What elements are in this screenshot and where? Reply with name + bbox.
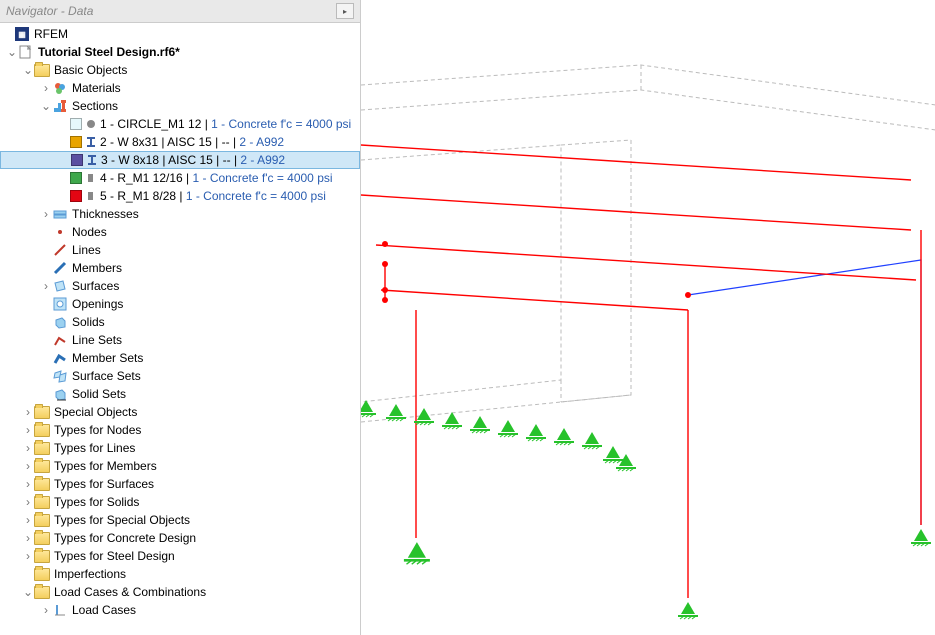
tree-item-surface-sets[interactable]: › Surface Sets <box>0 367 360 385</box>
section-label: 2 - W 8x31 | AISC 15 | -- | 2 - A992 <box>100 135 284 149</box>
section-label: 3 - W 8x18 | AISC 15 | -- | 2 - A992 <box>101 153 285 167</box>
lines-icon <box>52 242 68 258</box>
tree-item-solids[interactable]: › Solids <box>0 313 360 331</box>
twisty-icon[interactable]: › <box>40 207 52 221</box>
section-shape-icon <box>86 191 96 201</box>
tree-folder-lcc[interactable]: ⌄ Load Cases & Combinations <box>0 583 360 601</box>
tree-section-item[interactable]: 4 - R_M1 12/16 | 1 - Concrete f'c = 4000… <box>0 169 360 187</box>
tree-item-openings[interactable]: › Openings <box>0 295 360 313</box>
tree-section-item[interactable]: 3 - W 8x18 | AISC 15 | -- | 2 - A992 <box>0 151 360 169</box>
tree-section-item[interactable]: 5 - R_M1 8/28 | 1 - Concrete f'c = 4000 … <box>0 187 360 205</box>
tree-folder-types-nodes[interactable]: › Types for Nodes <box>0 421 360 439</box>
solids-icon <box>52 314 68 330</box>
tree-item-sections[interactable]: ⌄ Sections <box>0 97 360 115</box>
model-svg <box>361 0 935 635</box>
surfaces-icon <box>52 278 68 294</box>
tree-item-thicknesses[interactable]: › Thicknesses <box>0 205 360 223</box>
section-shape-icon <box>87 155 97 165</box>
tree-folder-types-surfaces[interactable]: › Types for Surfaces <box>0 475 360 493</box>
tree-item-nodes[interactable]: › Nodes <box>0 223 360 241</box>
section-label: 4 - R_M1 12/16 | 1 - Concrete f'c = 4000… <box>100 171 333 185</box>
tree-folder-types-special[interactable]: › Types for Special Objects <box>0 511 360 529</box>
supports <box>361 400 931 619</box>
tree-item-load-cases[interactable]: › Load Cases <box>0 601 360 619</box>
model-viewport[interactable] <box>361 0 935 635</box>
folder-icon <box>34 584 50 600</box>
tree-item-materials[interactable]: › Materials <box>0 79 360 97</box>
section-shape-icon <box>86 173 96 183</box>
folder-icon <box>34 404 50 420</box>
tree-item-members[interactable]: › Members <box>0 259 360 277</box>
folder-icon <box>34 530 50 546</box>
folder-icon <box>34 548 50 564</box>
document-icon <box>18 44 34 60</box>
folder-icon <box>34 440 50 456</box>
load-cases-icon <box>52 602 68 618</box>
tree-folder-types-solids[interactable]: › Types for Solids <box>0 493 360 511</box>
folder-icon <box>34 476 50 492</box>
twisty-icon[interactable]: ⌄ <box>40 99 52 113</box>
twisty-icon[interactable]: › <box>40 279 52 293</box>
sections-children: 1 - CIRCLE_M1 12 | 1 - Concrete f'c = 40… <box>0 115 360 205</box>
navigator-titlebar: Navigator - Data ▸ <box>0 0 360 23</box>
app-icon: ▦ <box>14 26 30 42</box>
tree-item-line-sets[interactable]: › Line Sets <box>0 331 360 349</box>
member-sets-icon <box>52 350 68 366</box>
tree-folder-types-concrete[interactable]: › Types for Concrete Design <box>0 529 360 547</box>
folder-icon <box>34 512 50 528</box>
section-swatch <box>70 172 82 184</box>
sections-icon <box>52 98 68 114</box>
tree-item-solid-sets[interactable]: › Solid Sets <box>0 385 360 403</box>
folder-icon <box>34 458 50 474</box>
tree-item-lines[interactable]: › Lines <box>0 241 360 259</box>
thicknesses-icon <box>52 206 68 222</box>
materials-icon <box>52 80 68 96</box>
folder-icon <box>34 62 50 78</box>
section-swatch <box>71 154 83 166</box>
solid-sets-icon <box>52 386 68 402</box>
openings-icon <box>52 296 68 312</box>
navigator-panel: Navigator - Data ▸ ▾ ▦ RFEM ⌄ Tutorial S… <box>0 0 361 635</box>
tree-folder-types-members[interactable]: › Types for Members <box>0 457 360 475</box>
twisty-icon[interactable]: › <box>40 81 52 95</box>
section-shape-icon <box>86 119 96 129</box>
section-label: 5 - R_M1 8/28 | 1 - Concrete f'c = 4000 … <box>100 189 326 203</box>
nodes-icon <box>52 224 68 240</box>
navigator-title: Navigator - Data <box>6 4 93 18</box>
tree-folder-imperfections[interactable]: › Imperfections <box>0 565 360 583</box>
section-swatch <box>70 136 82 148</box>
tree-app-root[interactable]: ▾ ▦ RFEM <box>0 25 360 43</box>
navigator-tree[interactable]: ▾ ▦ RFEM ⌄ Tutorial Steel Design.rf6* ⌄ … <box>0 23 360 635</box>
tree-section-item[interactable]: 2 - W 8x31 | AISC 15 | -- | 2 - A992 <box>0 133 360 151</box>
tree-folder-basic-objects[interactable]: ⌄ Basic Objects <box>0 61 360 79</box>
members-icon <box>52 260 68 276</box>
section-label: 1 - CIRCLE_M1 12 | 1 - Concrete f'c = 40… <box>100 117 351 131</box>
section-shape-icon <box>86 137 96 147</box>
section-swatch <box>70 190 82 202</box>
tree-folder-special-objects[interactable]: › Special Objects <box>0 403 360 421</box>
folder-icon <box>34 422 50 438</box>
folder-icon <box>34 566 50 582</box>
tree-folder-types-lines[interactable]: › Types for Lines <box>0 439 360 457</box>
panel-expand-button[interactable]: ▸ <box>336 3 354 19</box>
tree-section-item[interactable]: 1 - CIRCLE_M1 12 | 1 - Concrete f'c = 40… <box>0 115 360 133</box>
folder-icon <box>34 494 50 510</box>
surface-sets-icon <box>52 368 68 384</box>
line-sets-icon <box>52 332 68 348</box>
tree-file[interactable]: ⌄ Tutorial Steel Design.rf6* <box>0 43 360 61</box>
twisty-icon[interactable]: ⌄ <box>6 45 18 59</box>
twisty-icon[interactable]: ⌄ <box>22 63 34 77</box>
tree-item-surfaces[interactable]: › Surfaces <box>0 277 360 295</box>
tree-item-member-sets[interactable]: › Member Sets <box>0 349 360 367</box>
section-swatch <box>70 118 82 130</box>
tree-folder-types-steel[interactable]: › Types for Steel Design <box>0 547 360 565</box>
